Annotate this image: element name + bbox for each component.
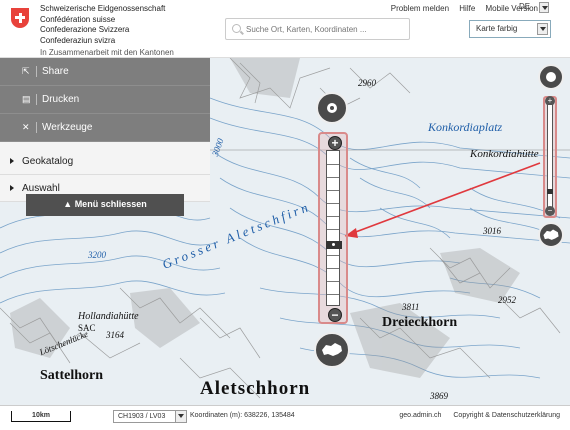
basemap-select[interactable]: Karte farbig [469,20,551,38]
zoom-thumb[interactable] [326,241,342,249]
search-icon [232,24,241,33]
zoom-track[interactable] [326,150,342,306]
header: Schweizerische Eidgenossenschaft Confédé… [0,0,570,58]
language-value: DE [519,2,531,11]
zoom-thumb-small[interactable] [547,189,553,194]
caret-right-icon [10,185,14,191]
map-elevation-3811: 3811 [402,302,420,312]
chevron-down-icon [539,2,549,13]
share-button[interactable]: ⇱ Share [0,58,210,86]
zoom-out-button[interactable]: − [328,308,342,322]
zoom-out-button-small[interactable]: − [545,206,555,216]
tools-button[interactable]: ✕ Werkzeuge [0,114,210,142]
switzerland-extent-button[interactable] [314,332,350,368]
accordion-geokatalog[interactable]: Geokatalog [0,148,210,175]
brand-line-it: Confederazione Svizzera [40,25,130,34]
map-elevation-3200: 3200 [88,250,106,260]
top-links: Problem melden Hilfe Mobile Version [383,4,538,13]
tools-label: Werkzeuge [42,122,93,133]
projection-select[interactable]: CH1903 / LV03 [113,410,187,423]
pan-control[interactable] [316,92,348,124]
federal-brand: Schweizerische Eidgenossenschaft Confédé… [40,4,174,59]
coordinates-readout: Koordinaten (m): 638226, 135484 [190,412,295,419]
print-label: Drucken [42,94,80,105]
map-label-aletschhorn: Aletschhorn [200,378,311,399]
footer: 10km CH1903 / LV03 Koordinaten (m): 6382… [0,405,570,430]
switzerland-icon [322,343,342,356]
link-hilfe[interactable]: Hilfe [459,4,475,13]
collab-text: In Zusammenarbeit mit den Kantonen [40,48,174,57]
caret-right-icon [10,158,14,164]
link-problem-melden[interactable]: Problem melden [391,4,449,13]
chevron-down-icon [175,411,186,422]
map-elevation-3164: 3164 [106,330,124,340]
brand-line-fr: Confédération suisse [40,14,116,24]
auswahl-label: Auswahl [22,183,60,194]
scale-label: 10km [32,412,50,419]
map-label-hollandiahutte: Hollandiahütte [78,311,139,322]
zoom-track-small[interactable] [547,104,553,208]
language-select[interactable]: DE [519,2,549,14]
map-label-dreieckhorn: Dreieckhorn [382,315,458,330]
link-copyright[interactable]: Copyright & Datenschutzerklärung [453,412,560,419]
map-label-sattelhorn: Sattelhorn [40,368,103,383]
pan-control-small[interactable] [538,64,564,90]
zoom-slider-magnified[interactable]: + − [318,132,348,324]
basemap-value: Karte farbig [476,24,518,33]
map-elevation-2952: 2952 [498,295,516,305]
footer-links: geo.admin.ch Copyright & Datenschutzerkl… [389,412,560,419]
target-icon [327,103,337,113]
brand-line-rm: Confederaziun svizra [40,35,116,45]
link-geo-admin[interactable]: geo.admin.ch [399,412,441,419]
scale-bar: 10km [11,411,71,422]
brand-line-de: Schweizerische Eidgenossenschaft [40,4,166,13]
map-label-konkordiaplatz: Konkordiaplatz [428,120,503,134]
search-box[interactable] [225,18,410,40]
map-elevation-3016: 3016 [483,226,501,236]
geokatalog-label: Geokatalog [22,156,74,167]
projection-value: CH1903 / LV03 [118,413,166,420]
switzerland-extent-button-small[interactable] [538,222,564,248]
map-elevation-2960: 2960 [358,78,376,88]
close-menu-button[interactable]: ▲ Menü schliessen [26,194,184,216]
share-icon: ⇱ [22,66,30,76]
print-button[interactable]: ▤ Drucken [0,86,210,114]
tools-icon: ✕ [22,122,30,132]
search-input[interactable] [246,22,406,36]
swiss-cross-logo[interactable] [11,8,29,28]
zoom-in-button[interactable]: + [328,136,342,150]
side-menu: ⇱ Share ▤ Drucken ✕ Werkzeuge Geokatalog… [0,58,210,202]
map-label-konkordiahutte: Konkordiahütte [470,148,539,160]
chevron-down-icon [537,23,548,35]
share-label: Share [42,66,69,77]
target-icon [546,72,556,82]
print-icon: ▤ [22,94,31,104]
zoom-slider[interactable]: + − [543,96,557,218]
map-elevation-3869: 3869 [430,391,448,401]
switzerland-icon [543,229,559,240]
